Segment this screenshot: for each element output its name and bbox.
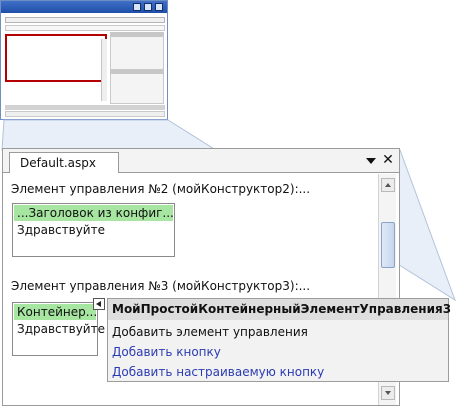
smart-tasks-title: МойПростойКонтейнерныйЭлементУправления3… — [108, 299, 456, 320]
close-icon — [155, 3, 163, 11]
thumbnail-side-panel — [110, 32, 164, 104]
scroll-thumb[interactable] — [381, 222, 395, 268]
task-add-custom-button-link[interactable]: Добавить настраиваемую кнопку — [112, 365, 324, 379]
scroll-down-icon[interactable] — [381, 386, 395, 400]
control-3-body: Здравствуйте — [17, 322, 105, 336]
control-3-header: Контейнер... — [14, 304, 96, 320]
tab-default-aspx[interactable]: Default.aspx — [9, 152, 119, 173]
screenshot-stage: Default.aspx ✕ Элемент управления №2 (мо… — [0, 0, 456, 408]
control-3-box[interactable]: Контейнер... Здравствуйте — [12, 302, 105, 356]
ide-thumbnail — [0, 0, 168, 120]
thumbnail-toolbar — [5, 17, 165, 23]
task-add-control[interactable]: Добавить элемент управления — [112, 325, 308, 339]
control-2-caption: Элемент управления №2 (мойКонструктор2):… — [11, 182, 311, 196]
control-3-caption: Элемент управления №3 (мойКонструктор3):… — [11, 279, 311, 293]
thumbnail-bottom-bar — [5, 105, 165, 110]
minimize-icon — [133, 3, 141, 11]
smart-tasks-panel: МойПростойКонтейнерныйЭлементУправления3… — [107, 298, 456, 382]
thumbnail-side-panel-divider — [110, 69, 164, 74]
tab-label: Default.aspx — [20, 156, 96, 170]
thumbnail-document-highlight — [5, 34, 107, 82]
maximize-icon — [144, 3, 152, 11]
document-tabstrip: Default.aspx ✕ — [3, 149, 399, 173]
task-add-button-link[interactable]: Добавить кнопку — [112, 345, 221, 359]
thumbnail-side-panel-header — [110, 32, 164, 37]
control-2-header: ...Заголовок из конфиг... — [14, 205, 173, 221]
thumbnail-scrollbar — [101, 39, 107, 101]
thumbnail-toolbar-secondary — [5, 25, 165, 31]
close-icon[interactable]: ✕ — [381, 152, 395, 168]
scroll-up-icon[interactable] — [381, 178, 395, 192]
smart-tag-arrow-icon[interactable] — [93, 298, 105, 310]
control-2-box[interactable]: ...Заголовок из конфиг... Здравствуйте — [12, 203, 175, 257]
control-2-body: Здравствуйте — [17, 223, 105, 237]
thumbnail-status-bar — [5, 111, 165, 117]
thumbnail-titlebar — [1, 1, 167, 13]
dropdown-triangle-icon[interactable] — [365, 156, 377, 166]
